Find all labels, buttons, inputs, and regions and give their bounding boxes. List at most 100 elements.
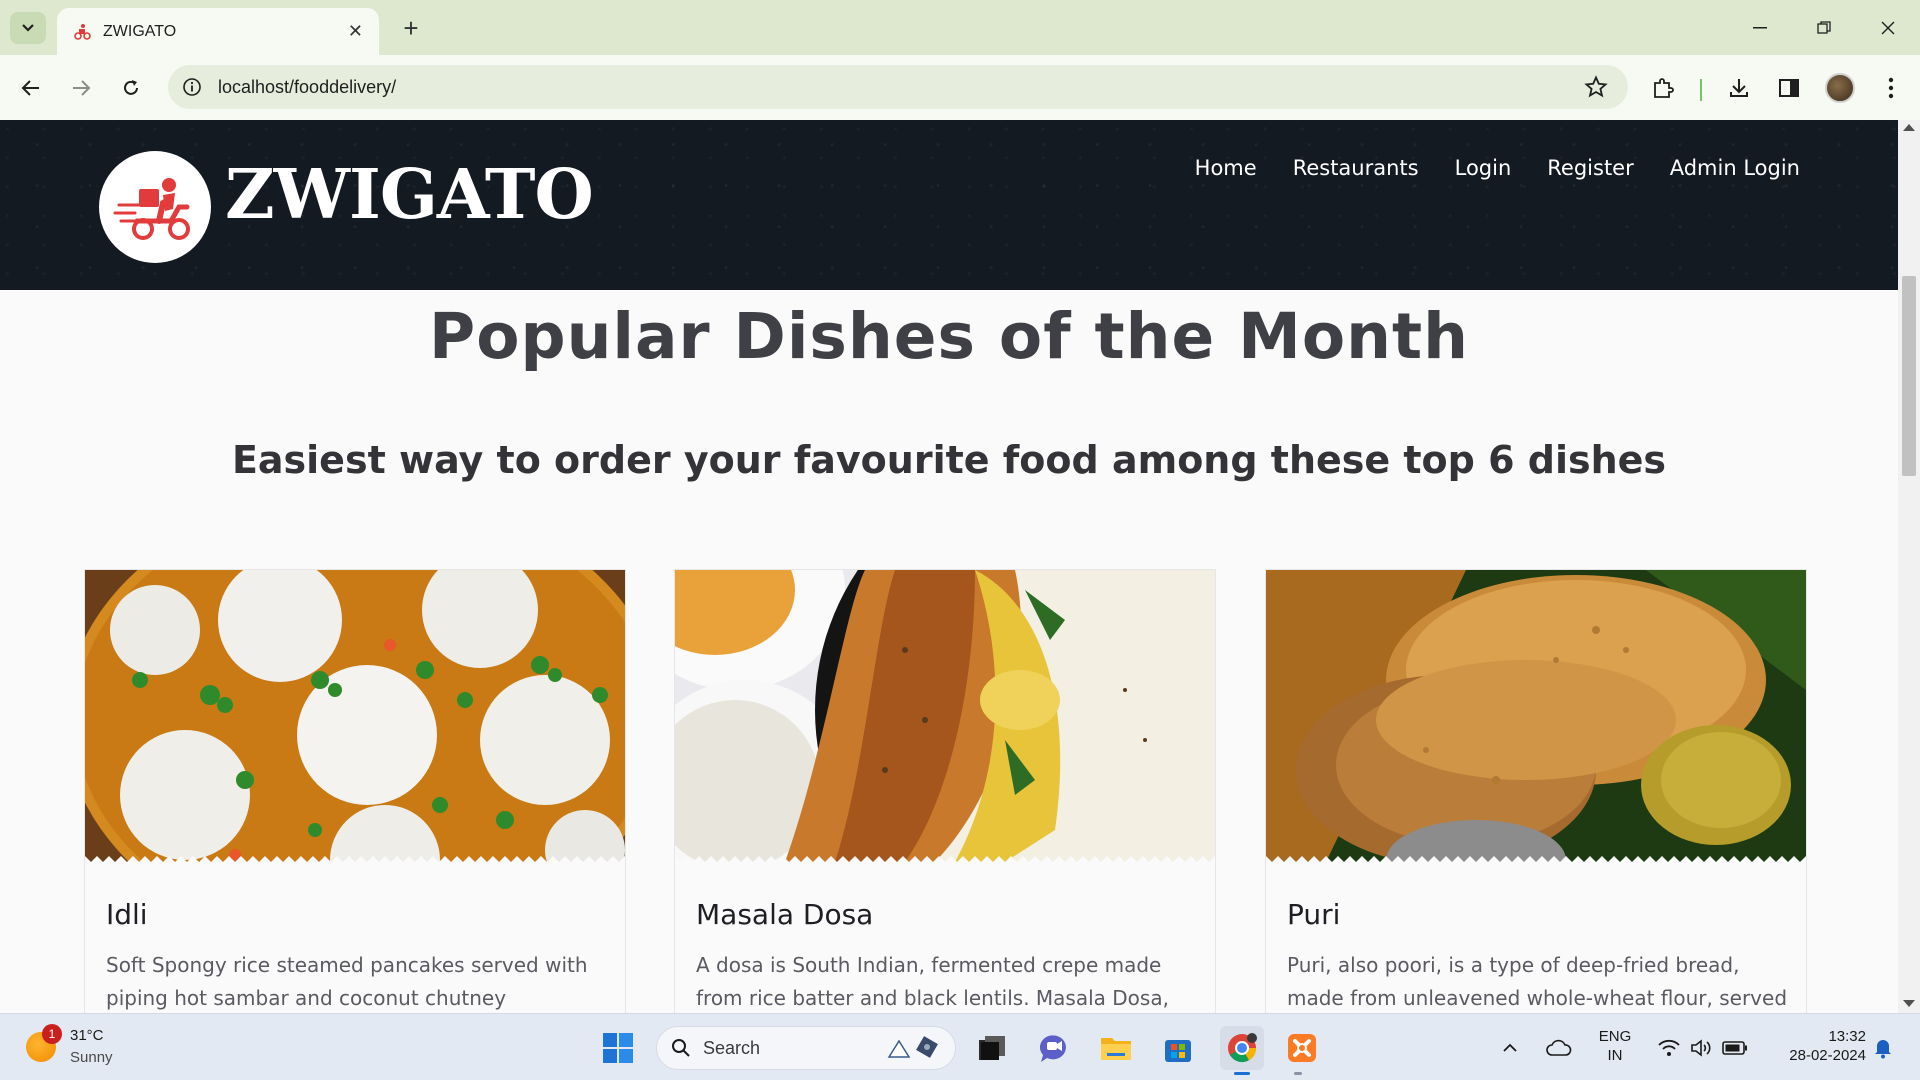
start-button[interactable]	[598, 1028, 638, 1068]
clock[interactable]: 13:32 28-02-2024	[1766, 1028, 1866, 1064]
wifi-status[interactable]	[1654, 1028, 1684, 1068]
image-zigzag-edge	[1266, 856, 1806, 864]
battery-status[interactable]	[1720, 1028, 1750, 1068]
microsoft-store-button[interactable]	[1158, 1028, 1198, 1068]
site-info-icon[interactable]	[182, 77, 202, 97]
dish-card[interactable]: Masala Dosa A dosa is South Indian, ferm…	[674, 569, 1216, 1013]
nav-link-home[interactable]: Home	[1195, 156, 1257, 180]
tab-close-icon[interactable]: ✕	[348, 21, 363, 42]
bell-icon	[1875, 1040, 1891, 1059]
xampp-button[interactable]	[1282, 1028, 1322, 1068]
puzzle-icon	[1654, 78, 1674, 98]
clock-time: 13:32	[1828, 1028, 1866, 1045]
nav-link-login[interactable]: Login	[1455, 156, 1512, 180]
site-nav: Home Restaurants Login Register Admin Lo…	[1195, 156, 1800, 180]
profile-avatar[interactable]	[1825, 73, 1855, 103]
nav-link-restaurants[interactable]: Restaurants	[1293, 156, 1419, 180]
browser-tab[interactable]: ZWIGATO ✕	[57, 8, 379, 55]
dish-description: A dosa is South Indian, fermented crepe …	[696, 953, 1169, 1010]
onedrive-button[interactable]	[1544, 1028, 1574, 1068]
battery-icon	[1722, 1041, 1747, 1055]
file-explorer-button[interactable]	[1096, 1028, 1136, 1068]
brand-name[interactable]: ZWIGATO	[225, 155, 594, 235]
dish-name: Idli	[106, 898, 148, 931]
minimize-icon	[1753, 27, 1767, 29]
downloads-button[interactable]	[1724, 73, 1754, 103]
page-title: Popular Dishes of the Month	[429, 300, 1469, 373]
search-icon	[672, 1039, 690, 1057]
site-favicon-icon	[74, 23, 91, 40]
store-icon	[1165, 1040, 1191, 1062]
clock-date: 28-02-2024	[1789, 1047, 1866, 1064]
scrollbar-thumb[interactable]	[1902, 276, 1916, 476]
search-highlight-icon	[887, 1036, 938, 1058]
toolbar-separator	[1700, 79, 1702, 101]
task-view-button[interactable]	[972, 1028, 1012, 1068]
bookmark-star-icon[interactable]	[1584, 75, 1608, 99]
page-scrollbar[interactable]	[1898, 120, 1920, 1013]
windows-logo-icon	[603, 1033, 633, 1063]
taskbar-search[interactable]: Search	[656, 1026, 956, 1070]
arrow-left-icon	[21, 80, 39, 96]
page-subtitle: Easiest way to order your favourite food…	[231, 438, 1667, 482]
dish-image-idli	[85, 570, 625, 862]
reload-icon	[124, 80, 138, 95]
more-vertical-icon	[1888, 77, 1894, 99]
site-logo[interactable]	[99, 151, 211, 263]
scroll-up-arrow-icon[interactable]	[1903, 124, 1915, 131]
show-hidden-icons-button[interactable]	[1496, 1028, 1524, 1068]
weather-temperature: 31°C	[70, 1027, 104, 1044]
chevron-down-icon	[22, 24, 34, 32]
browser-menu-button[interactable]	[1876, 73, 1906, 103]
tab-search-button[interactable]	[10, 12, 46, 44]
dish-image-masala-dosa	[675, 570, 1215, 862]
teams-chat-button[interactable]	[1034, 1028, 1074, 1068]
browser-toolbar: localhost/fooddelivery/	[0, 55, 1920, 120]
tab-title: ZWIGATO	[103, 22, 177, 40]
close-window-button[interactable]	[1868, 14, 1908, 42]
region-code: IN	[1607, 1047, 1623, 1064]
arrow-right-icon	[73, 80, 91, 96]
forward-button[interactable]	[66, 73, 96, 103]
delivery-scooter-icon	[113, 178, 190, 240]
dish-name: Puri	[1287, 898, 1341, 931]
scroll-down-arrow-icon[interactable]	[1903, 1000, 1915, 1007]
back-button[interactable]	[16, 73, 46, 103]
wifi-icon	[1658, 1039, 1680, 1056]
taskbar: 1 31°C Sunny Search ENG IN 13:32 28-02-2…	[0, 1013, 1920, 1080]
folder-icon	[1101, 1038, 1131, 1060]
new-tab-button[interactable]: +	[396, 13, 426, 43]
dish-image-puri	[1266, 570, 1806, 862]
chrome-taskbar-button[interactable]	[1220, 1026, 1264, 1070]
nav-link-register[interactable]: Register	[1547, 156, 1633, 180]
extensions-button[interactable]	[1648, 73, 1678, 103]
speaker-icon	[1691, 1039, 1711, 1057]
task-view-icon	[979, 1036, 1005, 1060]
restore-icon	[1817, 21, 1831, 34]
chevron-up-icon	[1503, 1043, 1517, 1052]
restore-button[interactable]	[1804, 14, 1844, 42]
cloud-icon	[1546, 1039, 1572, 1056]
minimize-button[interactable]	[1740, 14, 1780, 42]
language-indicator[interactable]: ENG IN	[1595, 1028, 1635, 1064]
language-code: ENG	[1598, 1028, 1632, 1045]
notifications-button[interactable]	[1868, 1028, 1898, 1068]
dish-description: Soft Spongy rice steamed pancakes served…	[106, 953, 588, 1010]
nav-link-admin-login[interactable]: Admin Login	[1670, 156, 1800, 180]
weather-condition: Sunny	[70, 1049, 113, 1066]
image-zigzag-edge	[675, 856, 1215, 864]
url-text[interactable]: localhost/fooddelivery/	[218, 77, 1628, 98]
dish-card[interactable]: Idli Soft Spongy rice steamed pancakes s…	[84, 569, 626, 1013]
reload-button[interactable]	[116, 73, 146, 103]
side-panel-button[interactable]	[1774, 73, 1804, 103]
dish-card[interactable]: Puri Puri, also poori, is a type of deep…	[1265, 569, 1807, 1013]
address-bar[interactable]: localhost/fooddelivery/	[168, 65, 1628, 109]
active-app-indicator	[1234, 1072, 1250, 1075]
weather-notification-badge: 1	[42, 1024, 62, 1044]
image-zigzag-edge	[85, 856, 625, 864]
search-label: Search	[703, 1037, 761, 1058]
close-icon	[1881, 21, 1895, 35]
volume-status[interactable]	[1686, 1028, 1716, 1068]
browser-tab-bar: ZWIGATO ✕ +	[0, 0, 1920, 55]
xampp-icon	[1288, 1034, 1316, 1062]
